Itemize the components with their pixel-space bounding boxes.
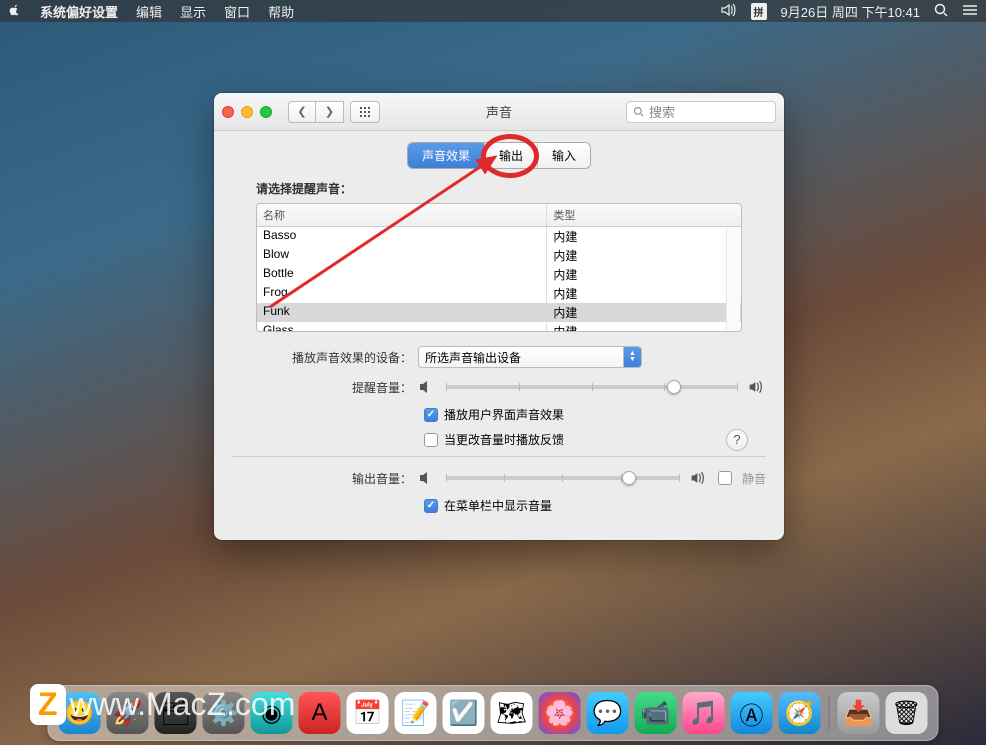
volume-feedback-checkbox[interactable]: 当更改音量时播放反馈 ?	[424, 431, 766, 448]
spotlight-icon[interactable]	[934, 3, 948, 20]
dropdown-value: 所选声音输出设备	[425, 349, 521, 366]
watermark-text: www.MacZ.com	[70, 686, 296, 723]
dock-messages[interactable]: 💬	[587, 692, 629, 734]
dock-calendar[interactable]: 📅	[347, 692, 389, 734]
maximize-button[interactable]	[260, 106, 272, 118]
checkbox-icon	[424, 499, 438, 513]
mute-checkbox[interactable]	[718, 471, 732, 485]
speaker-high-icon	[748, 378, 766, 396]
col-type[interactable]: 类型	[547, 204, 741, 226]
dock-itunes[interactable]: 🎵	[683, 692, 725, 734]
tab-segment: 声音效果 输出 输入	[408, 143, 590, 168]
checkbox-icon	[424, 408, 438, 422]
minimize-button[interactable]	[241, 106, 253, 118]
show-in-menubar-checkbox[interactable]: 在菜单栏中显示音量	[424, 497, 766, 514]
table-row[interactable]: Bottle内建	[257, 265, 741, 284]
traffic-lights	[222, 106, 272, 118]
dropdown-arrows-icon: ▲▼	[623, 347, 641, 367]
dock-appstore[interactable]: Ⓐ	[731, 692, 773, 734]
nav-buttons: ❮ ❯	[288, 101, 344, 123]
search-icon	[633, 106, 645, 118]
show-all-button[interactable]	[350, 101, 380, 123]
titlebar: ❮ ❯ 声音 搜索	[214, 93, 784, 131]
alert-volume-slider[interactable]	[446, 385, 738, 389]
tab-input[interactable]: 输入	[537, 143, 590, 168]
dock-app-store[interactable]: A	[299, 692, 341, 734]
checkbox-label: 播放用户界面声音效果	[444, 406, 564, 423]
tab-sound-effects[interactable]: 声音效果	[408, 143, 484, 168]
dock-trash[interactable]: 🗑	[886, 692, 928, 734]
dock-notes[interactable]: 📝	[395, 692, 437, 734]
output-device-dropdown[interactable]: 所选声音输出设备 ▲▼	[418, 346, 642, 368]
input-method-icon[interactable]: 拼	[751, 3, 767, 20]
dock-photos[interactable]: 🌸	[539, 692, 581, 734]
speaker-low-icon	[418, 378, 436, 396]
table-row[interactable]: Glass内建	[257, 322, 741, 331]
datetime[interactable]: 9月26日 周四 下午10:41	[781, 2, 920, 21]
select-alert-label: 请选择提醒声音：	[256, 180, 766, 197]
close-button[interactable]	[222, 106, 234, 118]
speaker-high-icon	[690, 469, 708, 487]
dock-safari[interactable]: 🧭	[779, 692, 821, 734]
watermark: Z www.MacZ.com	[30, 684, 295, 725]
apple-logo-icon	[8, 3, 22, 17]
dock-downloads[interactable]: 📥	[838, 692, 880, 734]
apple-menu[interactable]	[8, 3, 22, 20]
dock-facetime[interactable]: 📹	[635, 692, 677, 734]
play-ui-effects-checkbox[interactable]: 播放用户界面声音效果	[424, 406, 766, 423]
output-volume-label: 输出音量：	[232, 470, 418, 487]
alert-volume-label: 提醒音量：	[232, 379, 418, 396]
divider	[232, 456, 766, 457]
search-placeholder: 搜索	[649, 102, 675, 121]
menu-help[interactable]: 帮助	[268, 2, 294, 21]
col-name[interactable]: 名称	[257, 204, 547, 226]
menubar: 系统偏好设置 编辑 显示 窗口 帮助 拼 9月26日 周四 下午10:41	[0, 0, 986, 22]
dock-maps[interactable]: 🗺	[491, 692, 533, 734]
menu-edit[interactable]: 编辑	[136, 2, 162, 21]
mute-label: 静音	[742, 470, 766, 487]
grid-icon	[360, 107, 370, 117]
menu-view[interactable]: 显示	[180, 2, 206, 21]
speaker-low-icon	[418, 469, 436, 487]
window-title: 声音	[486, 102, 512, 121]
alert-sound-table: 名称 类型 Basso内建Blow内建Bottle内建Frog内建Funk内建G…	[256, 203, 742, 332]
play-through-label: 播放声音效果的设备：	[232, 349, 418, 366]
output-volume-slider[interactable]	[446, 476, 680, 480]
menu-window[interactable]: 窗口	[224, 2, 250, 21]
table-row[interactable]: Basso内建	[257, 227, 741, 246]
dock-reminders[interactable]: ☑️	[443, 692, 485, 734]
forward-button[interactable]: ❯	[316, 101, 344, 123]
checkbox-label: 当更改音量时播放反馈	[444, 431, 564, 448]
dock-separator	[829, 696, 830, 730]
table-scrollbar[interactable]	[726, 228, 740, 330]
control-center-icon[interactable]	[962, 4, 978, 19]
table-row[interactable]: Blow内建	[257, 246, 741, 265]
search-input[interactable]: 搜索	[626, 101, 776, 123]
checkbox-label: 在菜单栏中显示音量	[444, 497, 552, 514]
table-header: 名称 类型	[257, 204, 741, 227]
volume-menu-icon[interactable]	[721, 3, 737, 20]
back-button[interactable]: ❮	[288, 101, 316, 123]
watermark-logo: Z	[30, 684, 66, 725]
app-name[interactable]: 系统偏好设置	[40, 2, 118, 21]
tab-output[interactable]: 输出	[484, 143, 537, 168]
table-row[interactable]: Funk内建	[257, 303, 741, 322]
help-button[interactable]: ?	[726, 429, 748, 451]
sound-preferences-window: ❮ ❯ 声音 搜索 声音效果 输出 输入 请选择提醒声音： 名称 类型	[214, 93, 784, 540]
table-row[interactable]: Frog内建	[257, 284, 741, 303]
checkbox-icon	[424, 433, 438, 447]
